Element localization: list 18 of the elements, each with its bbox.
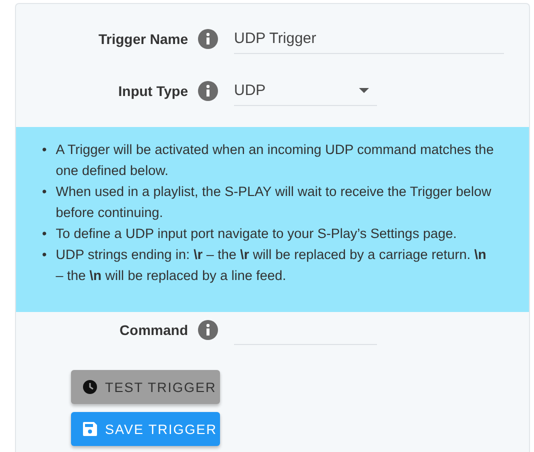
bullet: •: [42, 225, 47, 243]
info-text: To define a UDP input port navigate to your S-Play’s Settings page.: [56, 225, 457, 243]
input-field[interactable]: UDP Trigger: [234, 24, 504, 54]
bullet: •: [42, 141, 47, 159]
bullet: •: [42, 246, 47, 264]
input-type-select[interactable]: UDP: [234, 76, 377, 106]
info-text: When used in a playlist, the S-PLAY will wait to receive the Trigger below before continuing.: [56, 183, 492, 222]
field-label: Trigger Name: [98, 31, 188, 47]
info-text: UDP strings ending in: \r – the \r will be replaced by a carriage return. \n – the \n will be replaced by a line feed.: [56, 246, 488, 285]
field-label: Input Type: [117, 83, 188, 99]
caret-icon: [359, 88, 369, 93]
info-icon[interactable]: [198, 81, 218, 101]
info-icon[interactable]: [198, 320, 218, 340]
info-icon[interactable]: [198, 29, 218, 49]
info-text: A Trigger will be activated when an incoming UDP command matches the one defined below.: [56, 141, 495, 180]
bullet: •: [42, 183, 47, 201]
clock-icon: [83, 380, 97, 394]
field-label: Command: [118, 322, 188, 338]
